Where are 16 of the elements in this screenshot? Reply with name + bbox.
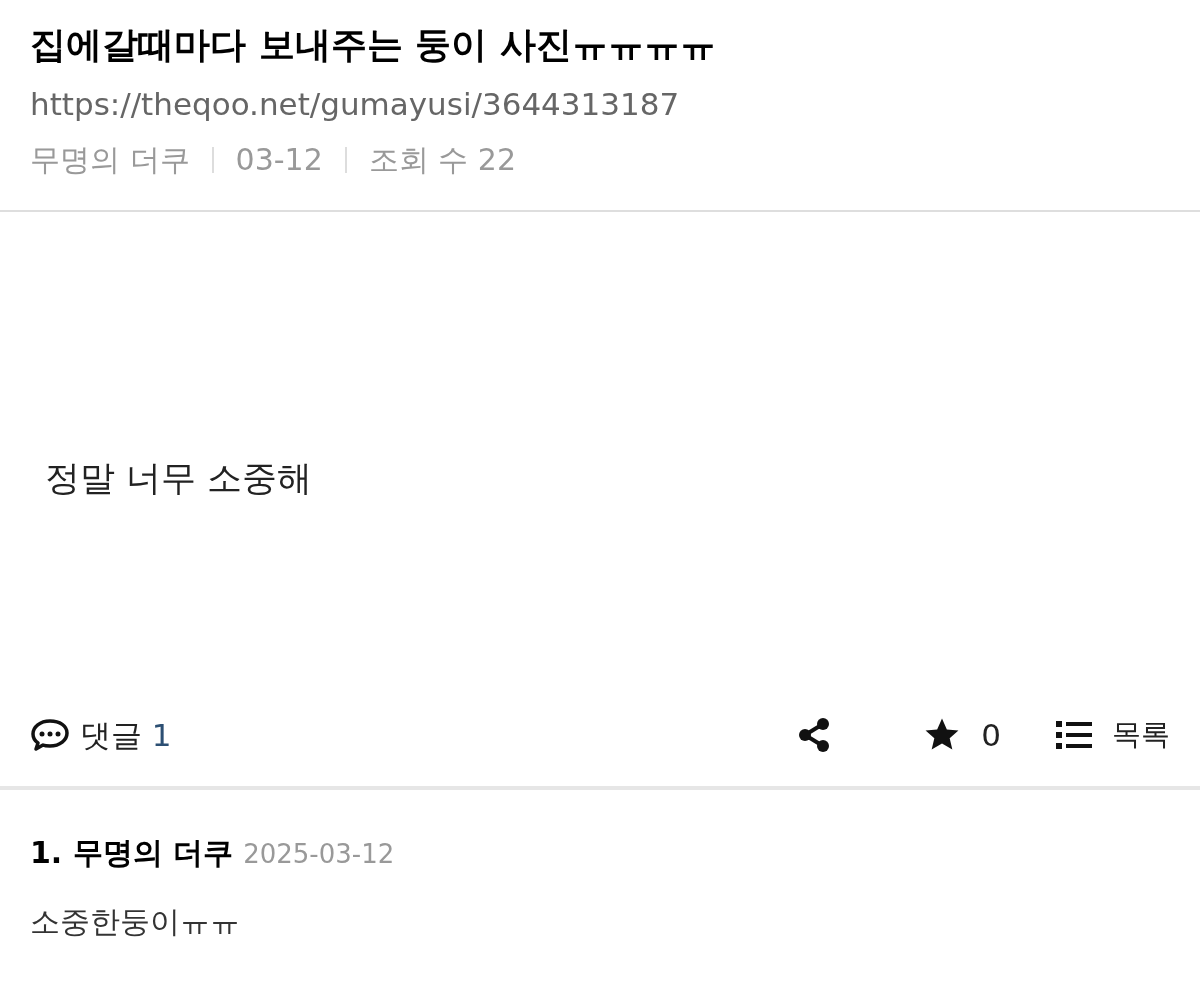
star-count: 0	[981, 715, 1001, 755]
list-icon[interactable]	[1056, 719, 1092, 750]
comment-date: 2025-03-12	[243, 838, 395, 871]
post-meta-text: 무명의 더쿠	[30, 141, 190, 179]
post-body: 정말 너무 소중해	[45, 458, 313, 498]
comment-author: 1. 무명의 더쿠	[30, 834, 234, 872]
speech-bubble-icon	[30, 717, 70, 752]
comment-text: 소중한둥이ㅠㅠ	[30, 904, 240, 939]
post-meta-text: 03-12	[235, 141, 323, 179]
post-meta-text: 조회 수 22	[368, 141, 516, 179]
post-url[interactable]: https://theqoo.net/gumayusi/3644313187	[30, 86, 680, 122]
share-icon[interactable]	[797, 716, 832, 753]
comments-label: 댓글	[80, 716, 142, 753]
list-link[interactable]: 목록	[1112, 713, 1170, 757]
post-title: 집에갈때마다 보내주는 둥이 사진ㅠㅠㅠㅠ	[30, 23, 716, 67]
comments-count: 1	[151, 716, 172, 753]
